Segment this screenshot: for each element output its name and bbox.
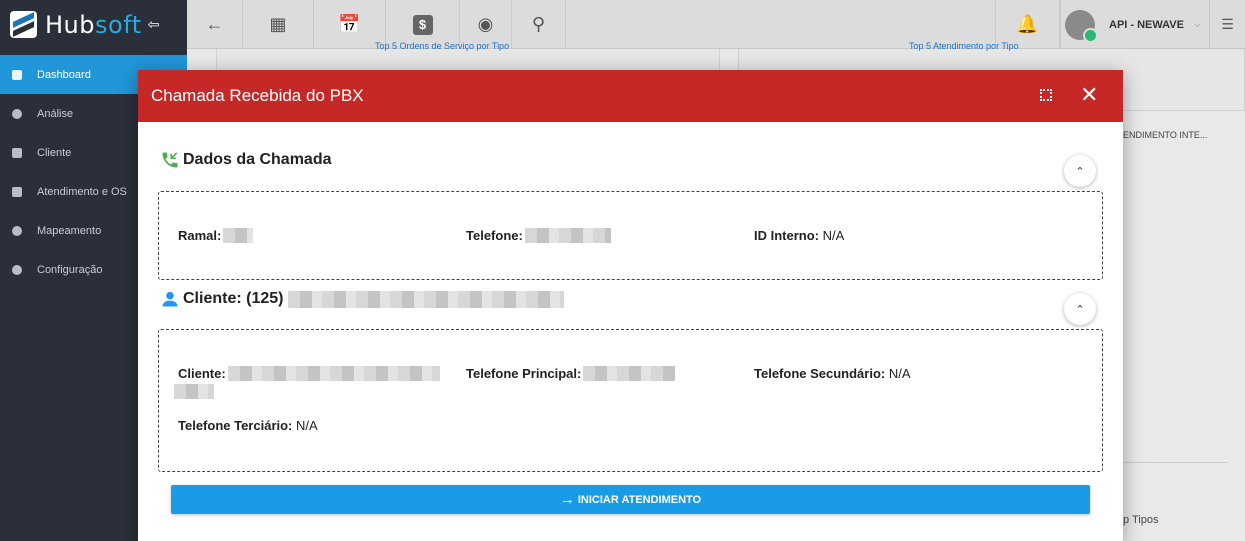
call-section-title: Dados da Chamada — [183, 151, 332, 168]
user-name: API - NEWAVE — [1109, 18, 1184, 31]
telefone-secundario-value: N/A — [888, 366, 911, 381]
cliente-field: Cliente: — [178, 366, 440, 381]
ramal-value-redacted — [223, 228, 254, 243]
bg-card-right-label: ENDIMENTO INTE... — [1123, 130, 1208, 140]
topbar: ← ▦ 📅 $ ◉ ⚲ 🔔 API - NEWAVE ⌵ ☰ — [187, 0, 1245, 49]
call-section-header: Dados da Chamada — [160, 150, 331, 170]
person-icon — [162, 291, 178, 307]
client-section-header: Cliente: (125) — [160, 289, 565, 309]
bg-card-right-footer: p Tipos — [1123, 514, 1159, 526]
pbx-call-modal: Chamada Recebida do PBX ✕ Dados da Chama… — [138, 70, 1123, 541]
cliente-value-redacted-line2 — [174, 384, 214, 399]
id-interno-value: N/A — [822, 228, 845, 243]
telefone-principal-field: Telefone Principal: — [466, 366, 676, 381]
id-interno-field: ID Interno: N/A — [754, 228, 844, 243]
cliente-value-redacted — [227, 366, 440, 381]
sidebar-item-label: Configuração — [37, 263, 103, 276]
chevron-down-icon: ⌵ — [1193, 19, 1201, 29]
telefone-terciario-field: Telefone Terciário: N/A — [178, 418, 318, 433]
modal-title: Chamada Recebida do PBX — [151, 86, 364, 105]
telefone-terciario-label: Telefone Terciário: — [178, 418, 293, 433]
gear-icon — [12, 264, 22, 275]
back-arrow-icon[interactable]: ← — [187, 0, 243, 49]
phone-incoming-icon — [162, 152, 178, 168]
telefone-principal-label: Telefone Principal: — [466, 366, 582, 381]
telefone-field: Telefone: — [466, 228, 611, 243]
map-pin-icon — [12, 225, 22, 236]
collapse-call-section-button[interactable]: ⌃ — [1064, 155, 1096, 187]
telefone-secundario-label: Telefone Secundário: — [754, 366, 886, 381]
chevron-up-icon: ⌃ — [1075, 165, 1085, 178]
dashboard-icon — [12, 69, 22, 80]
sidebar-item-label: Atendimento e OS — [37, 185, 127, 198]
list-menu-icon[interactable]: ☰ — [1210, 0, 1245, 49]
contact-card-icon — [12, 147, 22, 158]
logo-accent: soft — [95, 10, 142, 39]
pie-chart-icon — [12, 108, 22, 119]
avatar — [1065, 9, 1098, 43]
telefone-value-redacted — [524, 228, 611, 243]
client-section-title: Cliente: (125) — [183, 290, 284, 307]
id-interno-label: ID Interno: — [754, 228, 819, 243]
telefone-label: Telefone: — [466, 228, 523, 243]
logo-main: Hub — [45, 10, 95, 39]
chevron-up-icon: ⌃ — [1075, 303, 1085, 316]
close-icon[interactable]: ✕ — [1080, 83, 1098, 107]
collapse-client-section-button[interactable]: ⌃ — [1064, 293, 1096, 325]
sidebar-item-label: Dashboard — [37, 68, 91, 81]
calendar-clock-icon — [12, 186, 22, 197]
hubsoft-logo-icon — [10, 11, 37, 38]
telefone-secundario-field: Telefone Secundário: N/A — [754, 366, 911, 381]
sidebar-item-label: Cliente — [37, 146, 72, 159]
user-menu[interactable]: API - NEWAVE ⌵ — [1060, 0, 1210, 49]
dollar-glyph: $ — [412, 14, 433, 35]
cliente-label: Cliente: — [178, 366, 226, 381]
contact-card-icon[interactable]: ▦ — [243, 0, 314, 49]
client-data-box: Cliente: Telefone Principal: Telefone Se… — [158, 329, 1103, 472]
modal-header: Chamada Recebida do PBX ✕ — [138, 70, 1123, 122]
telefone-principal-redacted — [583, 366, 676, 381]
search-icon[interactable]: ⚲ — [512, 0, 566, 49]
bg-divider — [1123, 462, 1228, 463]
start-attendance-button[interactable]: → INICIAR ATENDIMENTO — [171, 485, 1090, 514]
start-attendance-label: INICIAR ATENDIMENTO — [577, 493, 702, 506]
sidebar-item-label: Mapeamento — [37, 224, 102, 237]
bg-card-right-title: Top 5 Atendimento por Tipo — [909, 41, 1019, 51]
arrow-right-icon: → — [559, 491, 575, 508]
telefone-terciario-value: N/A — [296, 418, 318, 433]
sidebar-item-label: Análise — [37, 107, 74, 120]
logo-text: Hubsoft — [45, 11, 142, 39]
fullscreen-icon[interactable] — [1040, 89, 1052, 101]
ramal-label: Ramal: — [178, 228, 222, 243]
ramal-field: Ramal: — [178, 228, 254, 243]
bg-card-left-title: Top 5 Ordens de Serviço por Tipo — [375, 41, 510, 51]
collapse-menu-icon[interactable]: ⇦ — [148, 16, 160, 33]
client-name-redacted — [288, 290, 565, 308]
call-data-box: Ramal: Telefone: ID Interno: N/A — [158, 191, 1103, 280]
logo-bar: Hubsoft ⇦ — [0, 0, 187, 49]
